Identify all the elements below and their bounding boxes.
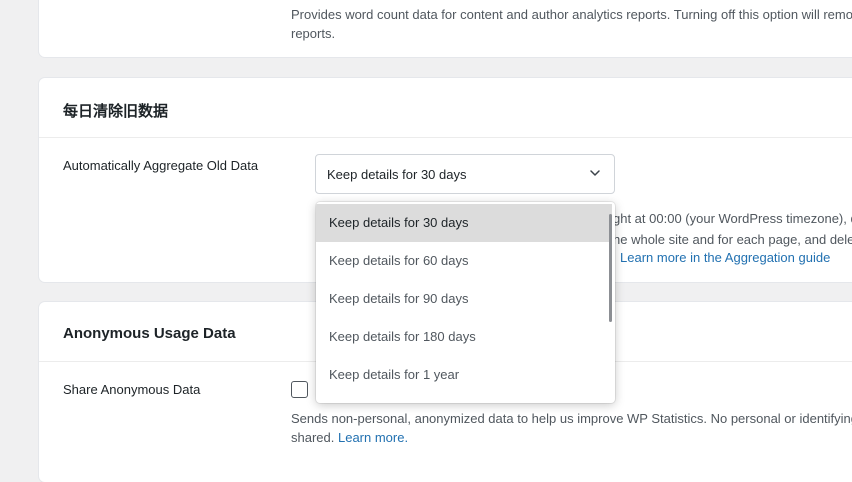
aggregate-select-value: Keep details for 30 days xyxy=(327,167,467,182)
share-anonymous-data-checkbox[interactable] xyxy=(291,381,308,398)
anonymous-description-prefix: shared. xyxy=(291,430,338,445)
anonymous-description: Sends non-personal, anonymized data to h… xyxy=(291,409,852,447)
anonymous-description-line-1: Sends non-personal, anonymized data to h… xyxy=(291,411,852,426)
dropdown-option-1-year[interactable]: Keep details for 1 year xyxy=(316,356,612,394)
aggregate-section-title: 每日清除旧数据 xyxy=(63,103,169,120)
anonymous-field-label: Share Anonymous Data xyxy=(63,382,201,397)
word-count-description: Provides word count data for content and… xyxy=(291,5,852,43)
word-count-description-line-2: reports. xyxy=(291,26,336,41)
dropdown-option-30-days[interactable]: Keep details for 30 days xyxy=(316,204,612,242)
dropdown-option-60-days[interactable]: Keep details for 60 days xyxy=(316,242,612,280)
word-count-card: Provides word count data for content and… xyxy=(39,0,852,57)
dropdown-option-90-days[interactable]: Keep details for 90 days xyxy=(316,280,612,318)
dropdown-option-180-days[interactable]: Keep details for 180 days xyxy=(316,318,612,356)
aggregate-select[interactable]: Keep details for 30 days xyxy=(315,154,615,194)
word-count-description-line-1: Provides word count data for content and… xyxy=(291,7,852,22)
aggregate-dropdown-list[interactable]: Keep details for 30 days Keep details fo… xyxy=(316,202,615,403)
aggregate-description-line-2: he whole site and for each page, and del… xyxy=(613,232,852,247)
aggregation-guide-link[interactable]: Learn more in the Aggregation guide xyxy=(620,250,830,265)
aggregate-description-line-1: ght at 00:00 (your WordPress timezone), … xyxy=(613,211,852,226)
aggregate-divider xyxy=(39,137,852,138)
dropdown-scrollbar[interactable] xyxy=(609,214,612,322)
anonymous-learn-more-link[interactable]: Learn more. xyxy=(338,430,408,445)
aggregate-field-label: Automatically Aggregate Old Data xyxy=(63,158,259,173)
anonymous-section-title: Anonymous Usage Data xyxy=(63,325,236,342)
anonymous-description-line-2: shared. Learn more. xyxy=(291,428,852,447)
chevron-down-icon xyxy=(590,170,600,176)
